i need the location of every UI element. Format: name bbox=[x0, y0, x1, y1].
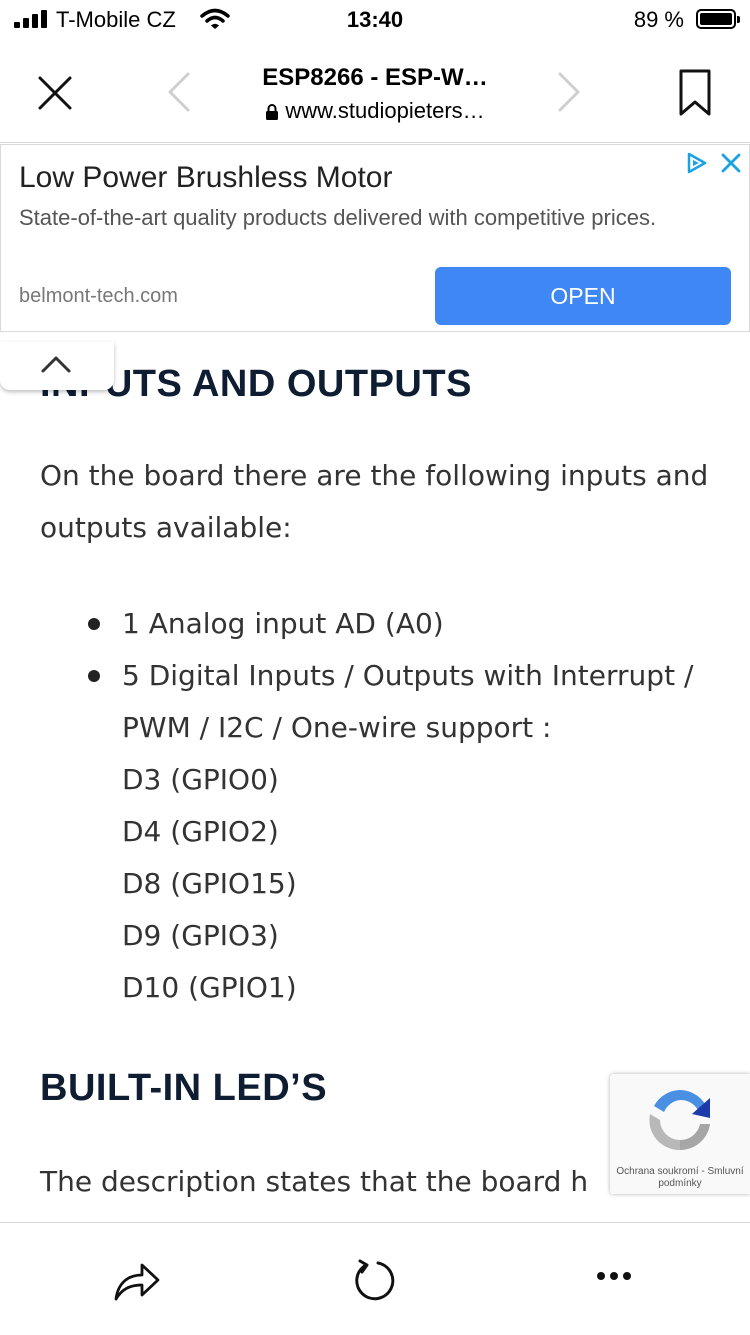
pin-entry: D8 (GPIO15) bbox=[122, 867, 297, 900]
bookmark-icon[interactable] bbox=[678, 68, 712, 118]
ad-collapse-tab[interactable] bbox=[0, 342, 114, 390]
page-title: ESP8266 - ESP-W… bbox=[262, 64, 488, 91]
list-item: 5 Digital Inputs / Outputs with Interrup… bbox=[40, 650, 720, 754]
share-icon[interactable] bbox=[112, 1257, 162, 1303]
ad-description: State-of-the-art quality products delive… bbox=[19, 205, 657, 230]
pin-entry: D4 (GPIO2) bbox=[122, 815, 279, 848]
ad-close-icon[interactable] bbox=[719, 151, 743, 175]
ad-title[interactable]: Low Power Brushless Motor bbox=[19, 161, 392, 195]
inputs-outputs-heading: INPUTS AND OUTPUTS bbox=[40, 363, 472, 405]
reload-icon[interactable] bbox=[352, 1257, 398, 1303]
more-options-icon[interactable] bbox=[596, 1271, 632, 1281]
bottom-toolbar bbox=[0, 1222, 750, 1335]
pin-entry: D10 (GPIO1) bbox=[122, 971, 297, 1004]
battery-icon bbox=[696, 9, 740, 29]
lock-icon bbox=[266, 104, 279, 121]
pin-entry: D3 (GPIO0) bbox=[122, 763, 279, 796]
forward-chevron-icon[interactable] bbox=[556, 72, 582, 112]
recaptcha-separator: - bbox=[698, 1166, 708, 1177]
ad-banner[interactable]: Low Power Brushless Motor State-of-the-a… bbox=[0, 144, 750, 332]
recaptcha-privacy-link[interactable]: Ochrana soukromí bbox=[616, 1166, 698, 1177]
pin-entry: D9 (GPIO3) bbox=[122, 919, 279, 952]
intro-paragraph: On the board there are the following inp… bbox=[40, 459, 709, 544]
chevron-up-icon bbox=[41, 356, 71, 373]
recaptcha-links[interactable]: Ochrana soukromí - Smluvní podmínky bbox=[610, 1166, 750, 1190]
recaptcha-badge[interactable]: Ochrana soukromí - Smluvní podmínky bbox=[610, 1074, 750, 1194]
ad-open-button[interactable]: OPEN bbox=[435, 267, 731, 325]
page-url[interactable]: www.studiopieters… bbox=[0, 98, 750, 124]
recaptcha-logo-icon bbox=[649, 1090, 710, 1151]
list-item: 1 Analog input AD (A0) bbox=[40, 598, 720, 650]
io-list: 1 Analog input AD (A0) 5 Digital Inputs … bbox=[40, 598, 720, 754]
battery-percentage: 89 % bbox=[633, 7, 684, 32]
ad-domain[interactable]: belmont-tech.com bbox=[19, 285, 178, 308]
browser-navigation-bar: ESP8266 - ESP-W… www.studiopieters… bbox=[0, 40, 750, 143]
status-bar: T-Mobile CZ 13:40 89 % bbox=[0, 0, 750, 40]
adchoices-icon[interactable] bbox=[685, 151, 709, 175]
url-text: www.studiopieters… bbox=[285, 98, 485, 123]
